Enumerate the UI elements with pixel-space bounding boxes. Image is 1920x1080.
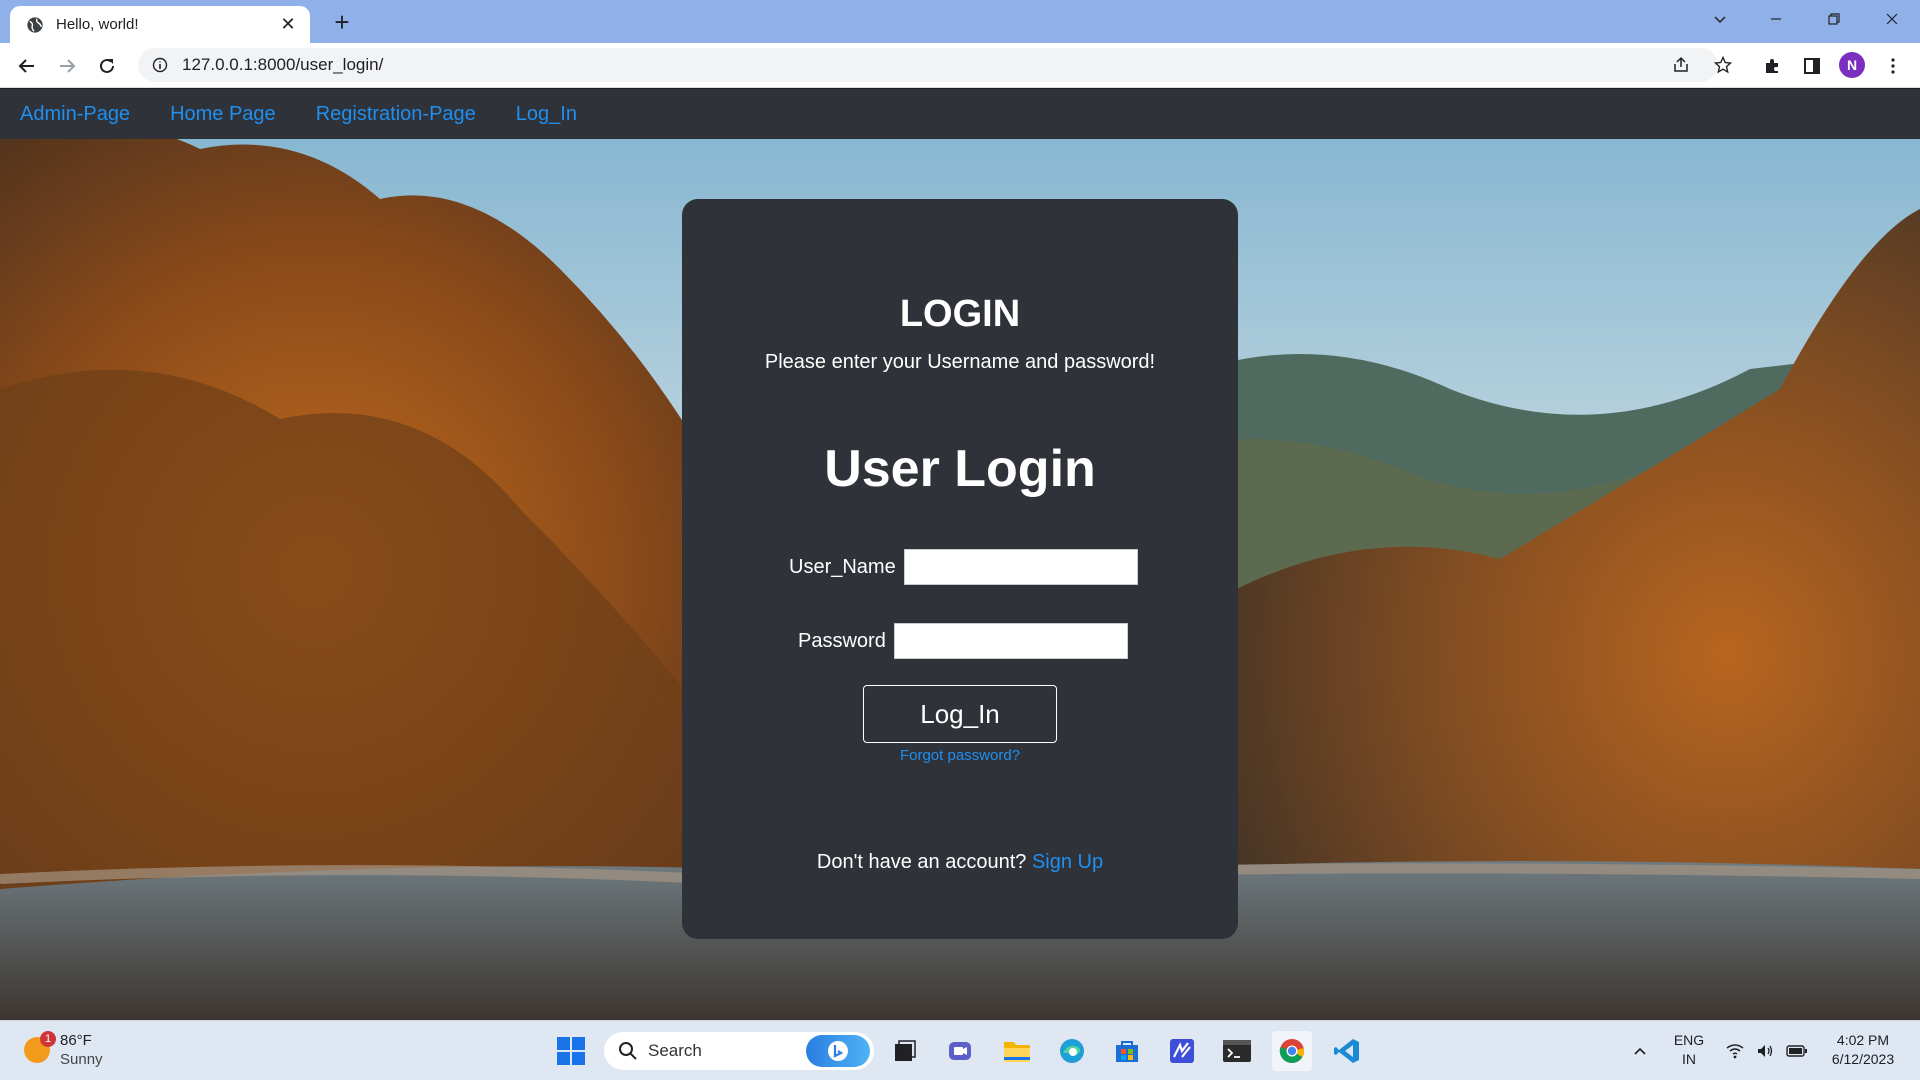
temperature-text: 86°F — [60, 1032, 92, 1049]
clock-date: 6/12/2023 — [1831, 1051, 1895, 1067]
new-tab-button[interactable]: + — [326, 6, 358, 38]
signup-prompt-line: Don't have an account? Sign Up — [682, 851, 1238, 874]
globe-icon — [27, 16, 43, 33]
tab-search-icon[interactable] — [1692, 0, 1748, 38]
back-button[interactable] — [12, 51, 42, 81]
extensions-icon[interactable] — [1757, 51, 1787, 81]
nav-link-registration-page[interactable]: Registration-Page — [316, 103, 476, 126]
language-top-text: ENG — [1673, 1032, 1705, 1048]
weather-widget[interactable]: 1 86°F Sunny — [24, 1031, 103, 1069]
task-view-icon[interactable] — [885, 1031, 925, 1071]
teams-chat-icon[interactable] — [940, 1031, 980, 1071]
password-input[interactable] — [893, 623, 1128, 659]
sign-up-link[interactable]: Sign Up — [1032, 851, 1103, 873]
notification-badge: 1 — [40, 1031, 56, 1047]
bing-icon[interactable] — [806, 1035, 870, 1067]
language-indicator[interactable]: ENG IN — [1664, 1031, 1714, 1069]
weather-condition-text: Sunny — [60, 1051, 103, 1068]
start-windows-icon[interactable] — [551, 1031, 591, 1071]
terminal-icon[interactable] — [1217, 1031, 1257, 1071]
share-icon[interactable] — [1666, 50, 1696, 80]
volume-icon[interactable] — [1748, 1031, 1782, 1071]
nav-link-home-page[interactable]: Home Page — [170, 103, 276, 126]
tab-title: Hello, world! — [56, 16, 139, 33]
browser-toolbar: 127.0.0.1:8000/user_login/ — [0, 43, 1920, 88]
bookmark-star-icon[interactable] — [1708, 50, 1738, 80]
username-label: User_Name — [789, 555, 896, 578]
search-icon — [619, 1042, 637, 1060]
browser-tab-strip: Hello, world! ✕ + — [0, 0, 1920, 43]
language-bottom-text: IN — [1682, 1051, 1696, 1067]
site-navbar: Admin-Page Home Page Registration-Page L… — [0, 89, 1920, 139]
chevron-up-icon[interactable] — [1620, 1031, 1660, 1071]
side-panel-icon[interactable] — [1797, 51, 1827, 81]
forward-button[interactable] — [52, 51, 82, 81]
password-row: Password — [798, 623, 1128, 659]
vscode-icon[interactable] — [1327, 1031, 1367, 1071]
login-card: LOGIN Please enter your Username and pas… — [682, 199, 1238, 939]
user-login-title: User Login — [824, 440, 1096, 498]
log-in-button[interactable]: Log_In — [863, 685, 1057, 743]
profile-avatar[interactable]: N — [1839, 52, 1865, 78]
file-explorer-icon[interactable] — [997, 1031, 1037, 1071]
url-text: 127.0.0.1:8000/user_login/ — [182, 55, 384, 74]
tab-close-icon[interactable]: ✕ — [278, 14, 298, 35]
restore-button[interactable] — [1806, 0, 1862, 38]
menu-kebab-icon[interactable] — [1878, 51, 1908, 81]
username-row: User_Name — [789, 549, 1138, 585]
login-heading: LOGIN — [899, 293, 1021, 335]
reload-button[interactable] — [92, 51, 122, 81]
forgot-password-link[interactable]: Forgot password? — [682, 747, 1238, 764]
minimize-button[interactable] — [1748, 0, 1804, 38]
edge-browser-icon[interactable] — [1052, 1031, 1092, 1071]
close-window-button[interactable] — [1864, 0, 1920, 38]
chrome-icon[interactable] — [1272, 1031, 1312, 1071]
sun-icon: 1 — [24, 1031, 56, 1063]
windows-taskbar: 1 86°F Sunny Search ENG IN 4:02 PM 6/12/… — [0, 1020, 1920, 1080]
battery-icon[interactable] — [1780, 1031, 1814, 1071]
address-bar[interactable]: 127.0.0.1:8000/user_login/ — [138, 48, 1718, 82]
nav-link-admin-page[interactable]: Admin-Page — [20, 103, 130, 126]
wifi-icon[interactable] — [1718, 1031, 1752, 1071]
clock-time: 4:02 PM — [1836, 1032, 1890, 1048]
nav-link-log-in[interactable]: Log_In — [516, 103, 577, 126]
username-input[interactable] — [903, 549, 1138, 585]
search-label: Search — [648, 1041, 702, 1060]
pen-app-icon[interactable] — [1162, 1031, 1202, 1071]
taskbar-search-box[interactable]: Search — [604, 1032, 874, 1070]
web-page: Admin-Page Home Page Registration-Page L… — [0, 89, 1920, 1020]
clock[interactable]: 4:02 PM 6/12/2023 — [1820, 1031, 1906, 1069]
microsoft-store-icon[interactable] — [1107, 1031, 1147, 1071]
login-subtitle: Please enter your Username and password! — [764, 351, 1156, 373]
site-info-icon[interactable] — [152, 57, 168, 73]
password-label: Password — [798, 629, 886, 652]
browser-tab[interactable]: Hello, world! ✕ — [10, 6, 310, 43]
signup-prompt-text: Don't have an account? — [816, 851, 1027, 873]
